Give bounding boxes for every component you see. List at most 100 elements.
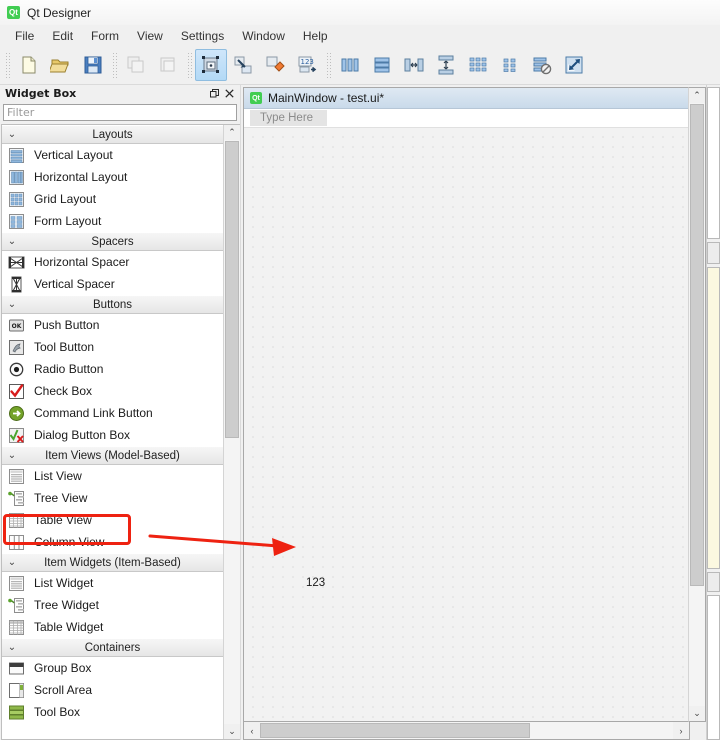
form-editor-area: Qt MainWindow - test.ui* Type Here 123 ⌃… — [241, 85, 706, 740]
form-scroll-up-arrow-icon[interactable]: ⌃ — [689, 88, 705, 103]
copy-button[interactable] — [120, 49, 152, 81]
stub-panel-properties — [707, 267, 720, 569]
canvas-label-123[interactable]: 123 — [306, 577, 325, 589]
radio-button-icon — [8, 361, 30, 378]
widget-item-push-button[interactable]: OK Push Button — [2, 314, 223, 336]
layout-splitter-vertical-icon — [438, 55, 454, 75]
widget-item-grid-layout[interactable]: Grid Layout — [2, 188, 223, 210]
menu-view[interactable]: View — [128, 27, 172, 45]
form-canvas[interactable]: 123 — [244, 128, 688, 721]
layout-grid-icon — [469, 57, 487, 72]
scroll-up-arrow-icon[interactable]: ⌃ — [224, 125, 240, 140]
lay-out-horizontally-button[interactable] — [334, 49, 366, 81]
toolbar-grip-edit[interactable] — [112, 52, 117, 78]
widget-item-group-box[interactable]: Group Box — [2, 657, 223, 679]
new-form-button[interactable] — [13, 49, 45, 81]
menu-file[interactable]: File — [6, 27, 43, 45]
widget-item-vertical-spacer[interactable]: Vertical Spacer — [2, 273, 223, 295]
filter-input[interactable] — [3, 104, 237, 121]
close-icon[interactable] — [222, 87, 237, 101]
form-hscroll-track[interactable] — [260, 722, 673, 739]
widget-item-table-widget[interactable]: Table Widget — [2, 616, 223, 638]
form-scrollbar-thumb[interactable] — [690, 104, 704, 586]
horizontal-layout-icon — [9, 169, 24, 185]
form-scroll-right-arrow-icon[interactable]: › — [673, 722, 689, 739]
widget-item-dialog-button-box[interactable]: Dialog Button Box — [2, 424, 223, 446]
widget-item-scroll-area[interactable]: Scroll Area — [2, 679, 223, 701]
widget-box-category-item-widgets-item-based[interactable]: ⌄ Item Widgets (Item-Based) — [2, 553, 223, 572]
command-link-button-icon — [9, 405, 24, 421]
toolbar-grip-mode[interactable] — [187, 52, 192, 78]
toolbar-group-mode: 123 — [195, 49, 323, 81]
chevron-down-icon: ⌄ — [7, 557, 17, 568]
break-layout-button[interactable] — [526, 49, 558, 81]
form-scroll-left-arrow-icon[interactable]: ‹ — [244, 722, 260, 739]
menu-window[interactable]: Window — [233, 27, 294, 45]
push-button-icon: OK — [8, 317, 30, 334]
widget-item-label: Table Widget — [34, 620, 104, 634]
widget-item-command-link-button[interactable]: Command Link Button — [2, 402, 223, 424]
lay-out-horizontal-splitter-button[interactable] — [398, 49, 430, 81]
vertical-layout-icon — [9, 147, 24, 163]
widget-box-category-spacers[interactable]: ⌄ Spacers — [2, 232, 223, 251]
widget-item-label: Vertical Layout — [34, 148, 113, 162]
scroll-down-arrow-icon[interactable]: ⌄ — [224, 724, 240, 739]
widget-box-category-item-views-model-based[interactable]: ⌄ Item Views (Model-Based) — [2, 446, 223, 465]
menu-help[interactable]: Help — [294, 27, 337, 45]
widget-item-tree-widget[interactable]: Tree Widget — [2, 594, 223, 616]
form-hscroll-thumb[interactable] — [260, 723, 531, 738]
svg-text:OK: OK — [12, 323, 22, 330]
lay-out-grid-button[interactable] — [462, 49, 494, 81]
list-widget-icon — [9, 575, 24, 591]
save-form-button[interactable] — [77, 49, 109, 81]
form-scroll-down-arrow-icon[interactable]: ⌄ — [689, 706, 705, 721]
chevron-down-icon: ⌄ — [7, 129, 17, 140]
menu-form[interactable]: Form — [82, 27, 128, 45]
break-layout-icon — [533, 57, 552, 75]
lay-out-vertically-button[interactable] — [366, 49, 398, 81]
toolbar-grip[interactable] — [5, 52, 10, 78]
widget-item-check-box[interactable]: Check Box — [2, 380, 223, 402]
scrollbar-thumb[interactable] — [225, 141, 239, 438]
widget-item-radio-button[interactable]: Radio Button — [2, 358, 223, 380]
widget-item-table-view[interactable]: Table View — [2, 509, 223, 531]
widget-item-tool-box[interactable]: Tool Box — [2, 701, 223, 723]
open-form-button[interactable] — [45, 49, 77, 81]
widget-item-form-layout[interactable]: Form Layout — [2, 210, 223, 232]
lay-out-vertical-splitter-button[interactable] — [430, 49, 462, 81]
form-horizontal-scrollbar[interactable]: ‹ › — [243, 722, 690, 740]
widget-box-category-layouts[interactable]: ⌄ Layouts — [2, 125, 223, 144]
form-vertical-scrollbar[interactable]: ⌃ ⌄ — [688, 87, 706, 722]
menu-settings[interactable]: Settings — [172, 27, 233, 45]
menu-edit[interactable]: Edit — [43, 27, 82, 45]
group-box-icon — [8, 660, 30, 677]
widget-item-label: Column View — [34, 535, 105, 549]
menubar-type-here-placeholder[interactable]: Type Here — [250, 110, 328, 126]
edit-signals-slots-button[interactable] — [227, 49, 259, 81]
mdi-area: Qt MainWindow - test.ui* Type Here 123 ⌃… — [243, 87, 706, 722]
edit-buddies-button[interactable] — [259, 49, 291, 81]
widget-item-tree-view[interactable]: Tree View — [2, 487, 223, 509]
chevron-down-icon: ⌄ — [7, 450, 17, 461]
lay-out-form-button[interactable] — [494, 49, 526, 81]
widget-item-column-view[interactable]: Column View — [2, 531, 223, 553]
form-window-titlebar: Qt MainWindow - test.ui* — [244, 88, 688, 109]
widget-box-vertical-scrollbar[interactable]: ⌃ ⌄ — [223, 125, 240, 739]
edit-signals-slots-icon — [234, 56, 252, 74]
widget-item-label: Grid Layout — [34, 192, 97, 206]
widget-item-list-view[interactable]: List View — [2, 465, 223, 487]
horizontal-spacer-icon — [8, 256, 25, 268]
widget-box-category-containers[interactable]: ⌄ Containers — [2, 638, 223, 657]
float-icon[interactable] — [207, 87, 222, 101]
widget-item-list-widget[interactable]: List Widget — [2, 572, 223, 594]
widget-item-tool-button[interactable]: Tool Button — [2, 336, 223, 358]
paste-button[interactable] — [152, 49, 184, 81]
edit-widgets-button[interactable] — [195, 49, 227, 81]
adjust-size-button[interactable] — [558, 49, 590, 81]
toolbar-grip-layout[interactable] — [326, 52, 331, 78]
widget-item-horizontal-spacer[interactable]: Horizontal Spacer — [2, 251, 223, 273]
widget-item-vertical-layout[interactable]: Vertical Layout — [2, 144, 223, 166]
edit-tab-order-button[interactable]: 123 — [291, 49, 323, 81]
widget-box-category-buttons[interactable]: ⌄ Buttons — [2, 295, 223, 314]
widget-item-horizontal-layout[interactable]: Horizontal Layout — [2, 166, 223, 188]
